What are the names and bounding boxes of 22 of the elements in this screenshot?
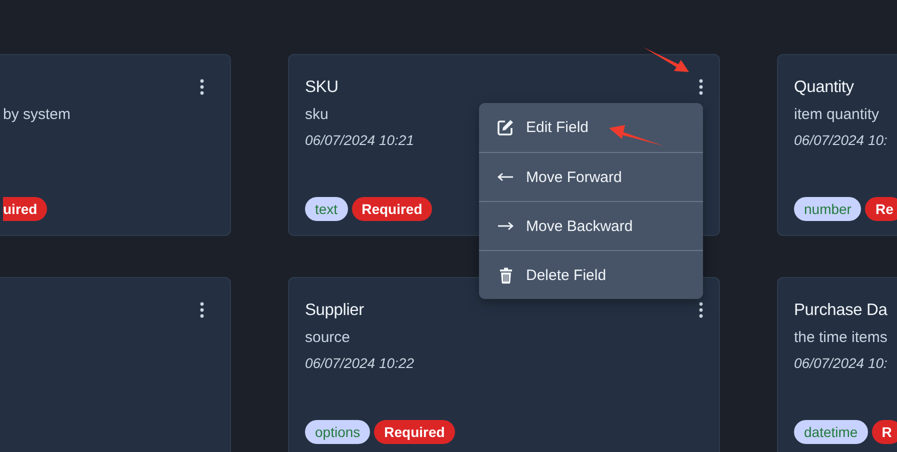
type-tag: text bbox=[305, 197, 348, 221]
field-date: 06/07/2024 10: bbox=[794, 132, 888, 148]
required-tag: Required bbox=[374, 420, 455, 444]
required-tag: Required bbox=[352, 197, 432, 221]
field-description: by system bbox=[3, 106, 71, 123]
field-description: item quantity bbox=[794, 106, 880, 123]
field-date: 06/07/2024 10:22 bbox=[305, 355, 414, 371]
field-title: Quantity bbox=[794, 78, 854, 96]
required-tag: R bbox=[872, 420, 897, 444]
type-tag: datetime bbox=[794, 420, 868, 444]
field-title: SKU bbox=[305, 78, 338, 96]
field-title: Supplier bbox=[305, 300, 364, 320]
field-date: 06/07/2024 10:21 bbox=[305, 132, 414, 148]
required-tag: Re bbox=[865, 197, 897, 221]
type-tag: number bbox=[794, 197, 862, 221]
field-date: 06/07/2024 10: bbox=[794, 355, 888, 371]
field-title: Purchase Da bbox=[794, 300, 888, 320]
field-description: sku bbox=[305, 106, 328, 123]
type-tag: options bbox=[305, 420, 370, 444]
required-tag: uired bbox=[3, 197, 48, 221]
field-description: the time items bbox=[794, 329, 888, 346]
field-description: source bbox=[305, 329, 350, 346]
